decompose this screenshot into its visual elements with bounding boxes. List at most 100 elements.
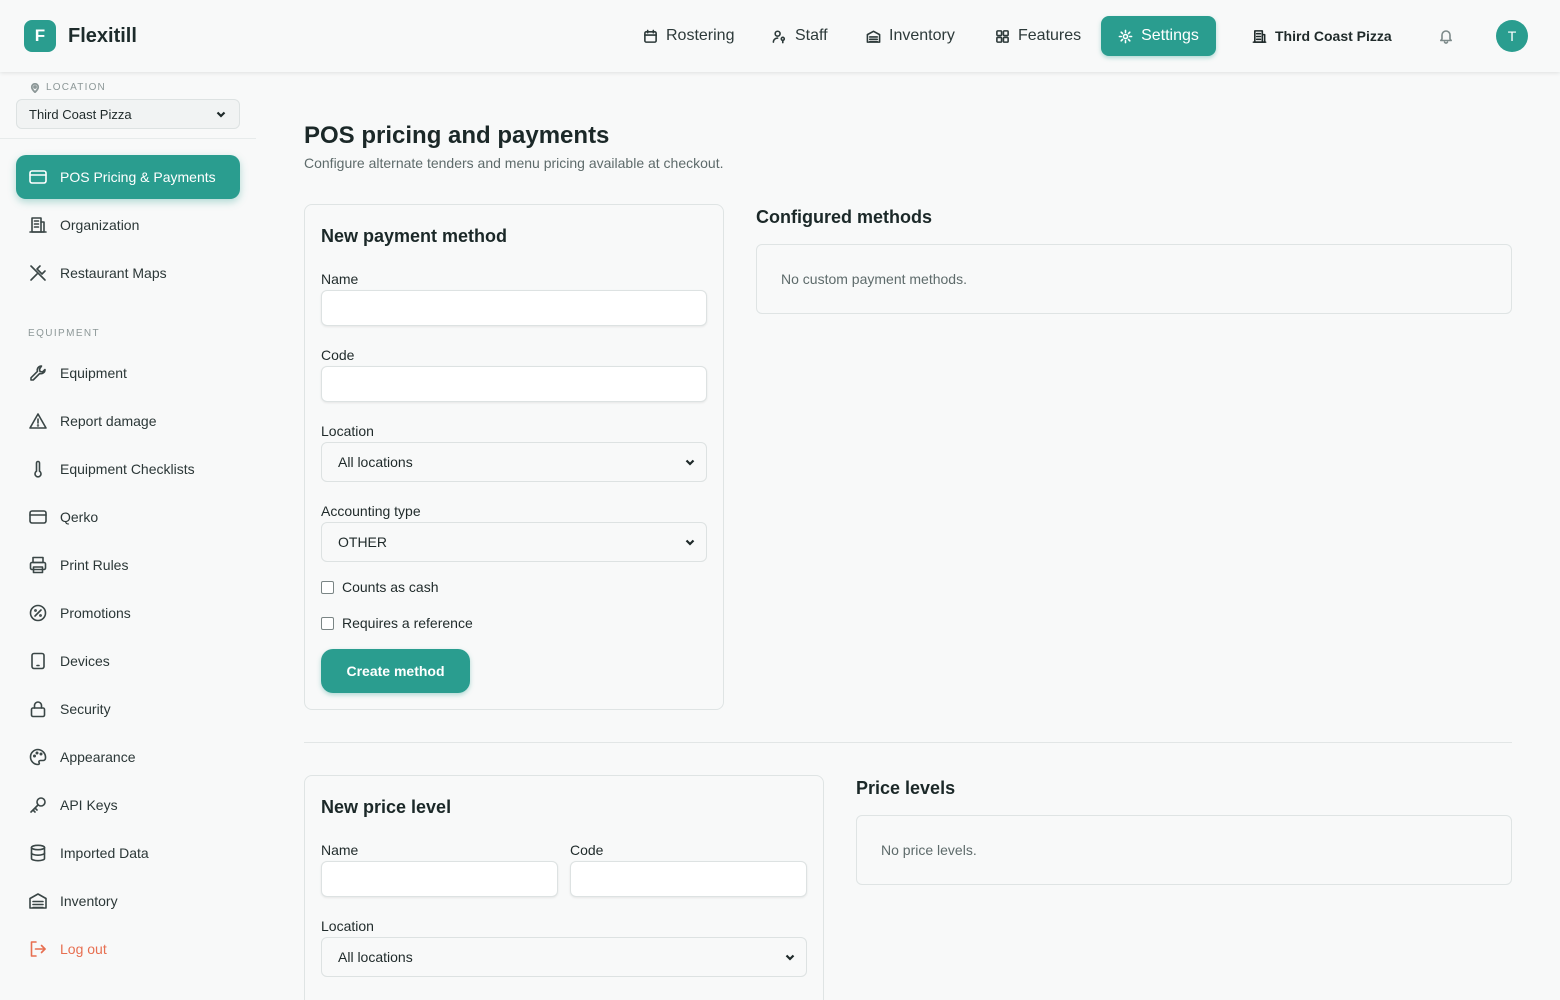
warehouse-icon [29, 893, 47, 909]
select-value: OTHER [338, 534, 387, 550]
sidebar-item-restaurant-maps[interactable]: Restaurant Maps [16, 251, 240, 295]
name-label: Name [321, 271, 359, 287]
nav-location-label: Third Coast Pizza [1275, 28, 1392, 44]
page-subtitle: Configure alternate tenders and menu pri… [304, 155, 724, 171]
configured-methods-title: Configured methods [756, 207, 932, 227]
sidebar: LOCATION Third Coast Pizza POS Pricing &… [0, 72, 256, 1000]
warning-icon [29, 413, 47, 429]
requires-reference-row[interactable]: Requires a reference [321, 615, 473, 631]
grid-icon [996, 29, 1009, 43]
app-name: Flexitill [68, 24, 137, 47]
payment-name-input[interactable] [321, 290, 707, 326]
location-select[interactable]: Third Coast Pizza [16, 99, 240, 129]
card-icon [29, 510, 47, 524]
sidebar-item-qerko[interactable]: Qerko [16, 495, 240, 539]
location-select-value: Third Coast Pizza [29, 106, 132, 122]
lock-icon [30, 701, 46, 718]
logo-badge: F [24, 20, 56, 52]
sidebar-item-label: Print Rules [60, 557, 129, 573]
counts-as-cash-checkbox[interactable] [321, 580, 334, 594]
sidebar-divider [0, 138, 256, 139]
top-bar: F Flexitill Rostering Staff Inventory Fe… [0, 0, 1560, 72]
nav-features[interactable]: Features [995, 16, 1081, 56]
sidebar-item-pos-pricing[interactable]: POS Pricing & Payments [16, 155, 240, 199]
card-title: New price level [321, 797, 452, 817]
percent-badge-icon [29, 604, 47, 622]
sidebar-section-equipment: EQUIPMENT [28, 328, 101, 339]
nav-settings-label: Settings [1141, 27, 1199, 44]
location-label-text: LOCATION [46, 82, 106, 93]
sidebar-item-label: Security [60, 701, 111, 717]
nav-settings[interactable]: Settings [1101, 16, 1216, 56]
payment-code-input[interactable] [321, 366, 707, 402]
location-label: LOCATION [30, 82, 106, 93]
sidebar-item-equipment[interactable]: Equipment [16, 351, 240, 395]
sidebar-item-equipment-checklists[interactable]: Equipment Checklists [16, 447, 240, 491]
nav-staff[interactable]: Staff [772, 16, 828, 56]
create-method-button[interactable]: Create method [321, 649, 470, 693]
sidebar-item-promotions[interactable]: Promotions [16, 591, 240, 635]
thermometer-icon [34, 460, 42, 478]
sidebar-item-devices[interactable]: Devices [16, 639, 240, 683]
sidebar-item-appearance[interactable]: Appearance [16, 735, 240, 779]
tablet-icon [31, 652, 45, 670]
page-title: POS pricing and payments [304, 122, 610, 149]
sidebar-item-label: Organization [60, 217, 140, 233]
sidebar-item-label: Equipment Checklists [60, 461, 195, 477]
building-icon [1252, 29, 1267, 43]
counts-as-cash-row[interactable]: Counts as cash [321, 579, 439, 595]
sidebar-item-security[interactable]: Security [16, 687, 240, 731]
price-levels-empty: No price levels. [856, 815, 1512, 885]
chevron-down-icon [685, 539, 695, 546]
nav-features-label: Features [1018, 27, 1082, 44]
sidebar-item-imported-data[interactable]: Imported Data [16, 831, 240, 875]
sidebar-item-inventory[interactable]: Inventory [16, 879, 240, 923]
accounting-type-select[interactable]: OTHER [321, 522, 707, 562]
sidebar-item-label: POS Pricing & Payments [60, 169, 216, 185]
sidebar-item-label: Appearance [60, 749, 136, 765]
avatar[interactable]: T [1496, 20, 1528, 52]
nav-inventory[interactable]: Inventory [866, 16, 955, 56]
utensils-icon [30, 265, 46, 281]
sidebar-item-label: Promotions [60, 605, 131, 621]
sidebar-item-label: Imported Data [60, 845, 149, 861]
warehouse-icon [866, 30, 881, 43]
sidebar-item-print-rules[interactable]: Print Rules [16, 543, 240, 587]
nav-rostering[interactable]: Rostering [643, 16, 734, 56]
notifications-button[interactable] [1438, 28, 1454, 44]
key-icon [30, 797, 46, 813]
sidebar-item-api-keys[interactable]: API Keys [16, 783, 240, 827]
building-icon [29, 217, 47, 233]
sidebar-item-label: Devices [60, 653, 110, 669]
database-icon [30, 844, 46, 862]
accounting-type-label: Accounting type [321, 503, 421, 519]
checkbox-label: Requires a reference [342, 615, 473, 631]
card-title: New payment method [321, 226, 508, 246]
gear-icon [1118, 29, 1133, 43]
price-code-input[interactable] [570, 861, 807, 897]
sidebar-item-label: Equipment [60, 365, 127, 381]
sidebar-item-label: Report damage [60, 413, 157, 429]
section-divider [304, 742, 1512, 743]
price-location-label: Location [321, 918, 374, 934]
configured-methods-empty: No custom payment methods. [756, 244, 1512, 314]
price-name-input[interactable] [321, 861, 558, 897]
brand[interactable]: F Flexitill [24, 20, 137, 52]
logout-icon [30, 941, 46, 957]
price-location-select[interactable]: All locations [321, 937, 807, 977]
payment-location-select[interactable]: All locations [321, 442, 707, 482]
printer-icon [29, 556, 47, 574]
nav-location-switcher[interactable]: Third Coast Pizza [1252, 16, 1392, 56]
sidebar-item-label: API Keys [60, 797, 118, 813]
sidebar-item-report-damage[interactable]: Report damage [16, 399, 240, 443]
location-label: Location [321, 423, 374, 439]
sidebar-item-organization[interactable]: Organization [16, 203, 240, 247]
chevron-down-icon [685, 459, 695, 466]
requires-reference-checkbox[interactable] [321, 616, 334, 630]
sidebar-item-logout[interactable]: Log out [16, 927, 240, 971]
new-price-level-card: New price level Name Code Location All l… [304, 775, 824, 1000]
nav-inventory-label: Inventory [889, 27, 955, 44]
bell-icon [1440, 30, 1452, 44]
map-pin-icon [30, 82, 40, 93]
nav-rostering-label: Rostering [666, 27, 735, 44]
